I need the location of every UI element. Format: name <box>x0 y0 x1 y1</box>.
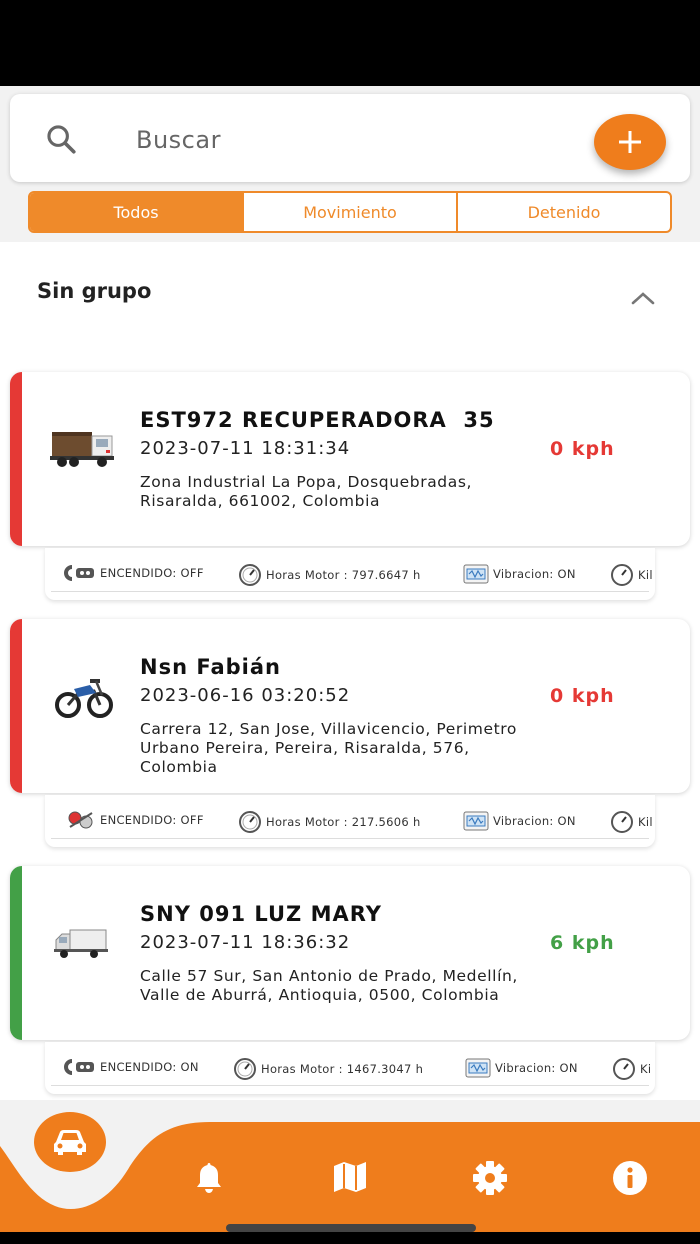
search-input[interactable] <box>136 118 556 162</box>
vehicle-speed: 6 kph <box>550 932 615 954</box>
gauge-icon <box>239 811 261 833</box>
ignition-key-icon <box>68 811 93 829</box>
info-icon <box>613 1161 647 1195</box>
engine-hours-label: Horas Motor : 1467.3047 h <box>261 1062 424 1076</box>
engine-hours-stat: Horas Motor : 797.6647 h <box>238 563 421 587</box>
ignition-stat: ENCENDIDO: OFF <box>62 563 204 583</box>
tab-movimiento[interactable]: Movimiento <box>244 193 458 231</box>
vehicle-address: Calle 57 Sur, San Antonio de Prado, Mede… <box>140 967 518 1004</box>
vehicle-speed: 0 kph <box>550 685 615 707</box>
bottom-navigation <box>0 1106 700 1232</box>
vibration-stat: Vibracion: ON <box>465 1057 578 1079</box>
gauge-icon <box>234 1058 256 1080</box>
engine-hours-label: Horas Motor : 217.5606 h <box>266 815 421 829</box>
truck-icon <box>50 432 114 467</box>
speedometer-icon <box>613 1058 635 1080</box>
vehicle-list: Sin grupo EST972 RECUPERADORA 35 2023-07… <box>0 242 700 1100</box>
vehicle-speed: 0 kph <box>550 438 615 460</box>
vibration-stat: Vibracion: ON <box>463 810 576 832</box>
ignition-stat: ENCENDIDO: OFF <box>66 810 204 830</box>
vehicle-address: Zona Industrial La Popa, Dosquebradas, R… <box>140 473 473 510</box>
search-icon[interactable] <box>44 122 78 156</box>
vehicle-stats: ENCENDIDO: ON Horas Motor : 1467.3047 h <box>45 1042 655 1094</box>
vehicle-stats: ENCENDIDO: OFF Horas Motor : 797.6647 h <box>45 548 655 600</box>
engine-hours-stat: Horas Motor : 1467.3047 h <box>233 1057 423 1081</box>
vehicle-datetime: 2023-06-16 03:20:52 <box>140 685 351 706</box>
gauge-icon <box>239 564 261 586</box>
ignition-icon <box>64 565 94 581</box>
group-header[interactable]: Sin grupo <box>0 242 700 352</box>
nav-map[interactable] <box>332 1160 368 1199</box>
group-title: Sin grupo <box>37 279 152 303</box>
search-bar <box>10 94 690 182</box>
plus-icon <box>619 131 641 153</box>
vehicle-datetime: 2023-07-11 18:36:32 <box>140 932 351 953</box>
vehicle-card[interactable]: Nsn Fabián 2023-06-16 03:20:52 0 kph Car… <box>10 619 690 793</box>
nav-vehicles[interactable] <box>34 1112 106 1172</box>
status-bar-indicator <box>10 866 22 1040</box>
motorcycle-icon <box>55 679 113 718</box>
vibration-label: Vibracion: ON <box>493 814 576 828</box>
engine-hours-label: Horas Motor : 797.6647 h <box>266 568 421 582</box>
vibration-sensor-icon <box>463 811 489 831</box>
ignition-label: ENCENDIDO: ON <box>100 1060 199 1074</box>
vehicle-name: SNY 091 LUZ MARY <box>140 902 382 926</box>
vibration-sensor-icon <box>463 564 489 584</box>
vehicle-card[interactable]: EST972 RECUPERADORA 35 2023-07-11 18:31:… <box>10 372 690 546</box>
vehicle-address: Carrera 12, San Jose, Villavicencio, Per… <box>140 720 518 776</box>
speedometer-icon <box>611 811 633 833</box>
vibration-stat: Vibracion: ON <box>463 563 576 585</box>
vehicle-card[interactable]: SNY 091 LUZ MARY 2023-07-11 18:36:32 6 k… <box>10 866 690 1040</box>
car-icon <box>54 1130 86 1155</box>
km-label: Ki <box>640 1062 652 1076</box>
vibration-sensor-icon <box>465 1058 491 1078</box>
vibration-label: Vibracion: ON <box>493 567 576 581</box>
status-bar-indicator <box>10 372 22 546</box>
filter-tabs: Todos Movimiento Detenido <box>28 191 672 233</box>
km-stat: Kil <box>610 810 653 834</box>
tab-detenido[interactable]: Detenido <box>458 193 670 231</box>
vehicle-datetime: 2023-07-11 18:31:34 <box>140 438 351 459</box>
vibration-label: Vibracion: ON <box>495 1061 578 1075</box>
nav-settings[interactable] <box>472 1160 508 1201</box>
divider <box>51 838 649 839</box>
km-stat: Kil <box>610 563 653 587</box>
km-label: Kil <box>638 815 653 829</box>
divider <box>51 1085 649 1086</box>
ignition-stat: ENCENDIDO: ON <box>62 1057 199 1077</box>
vehicle-name: EST972 RECUPERADORA 35 <box>140 408 495 432</box>
vehicle-name: Nsn Fabián <box>140 655 281 679</box>
tab-todos[interactable]: Todos <box>30 193 244 231</box>
bell-icon <box>197 1163 221 1193</box>
ignition-label: ENCENDIDO: OFF <box>100 566 204 580</box>
app-screen: Todos Movimiento Detenido Sin grupo <box>0 86 700 1232</box>
ignition-icon <box>64 1059 94 1075</box>
chevron-up-icon[interactable] <box>628 286 658 310</box>
add-button[interactable] <box>594 114 666 170</box>
map-icon <box>334 1162 366 1192</box>
status-bar <box>0 0 700 86</box>
nav-alerts[interactable] <box>192 1160 226 1199</box>
home-indicator <box>226 1224 476 1232</box>
speedometer-icon <box>611 564 633 586</box>
gear-icon <box>473 1161 507 1195</box>
ignition-label: ENCENDIDO: OFF <box>100 813 204 827</box>
nav-info[interactable] <box>612 1160 648 1201</box>
status-bar-indicator <box>10 619 22 793</box>
vehicle-stats: ENCENDIDO: OFF Horas Motor : 217.5606 h <box>45 795 655 847</box>
engine-hours-stat: Horas Motor : 217.5606 h <box>238 810 421 834</box>
km-label: Kil <box>638 568 653 582</box>
van-icon <box>54 929 108 958</box>
divider <box>51 591 649 592</box>
km-stat: Ki <box>612 1057 651 1081</box>
